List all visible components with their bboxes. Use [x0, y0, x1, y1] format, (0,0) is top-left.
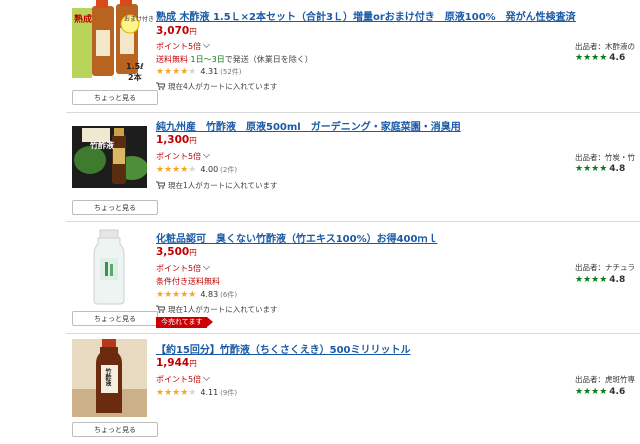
shipping-days: 1日〜3日	[190, 55, 225, 64]
points-dropdown[interactable]: ポイント5倍	[156, 262, 211, 274]
shipping-info: 条件付き送料無料	[156, 276, 220, 287]
rating-value: 4.00	[200, 165, 219, 174]
review-rating[interactable]: ★★★★★ 4.31 (52件)	[156, 67, 242, 77]
product-title-link[interactable]: 化粧品認可 臭くない竹酢液（竹エキス100%）お得400ｍｌ	[156, 230, 576, 245]
review-count: (52件)	[220, 68, 242, 76]
price-unit: 円	[189, 248, 197, 257]
review-rating[interactable]: ★★★★★ 4.11 (9件)	[156, 388, 237, 398]
quick-view-button[interactable]: ちょっと見る	[72, 422, 158, 437]
quick-view-button[interactable]: ちょっと見る	[72, 90, 158, 105]
rating-value: 4.11	[200, 388, 219, 397]
cart-text: 現在1人がカートに入れています	[168, 181, 278, 190]
points-dropdown[interactable]: ポイント5倍	[156, 373, 211, 385]
image-label: 竹酢液	[104, 368, 111, 386]
seller-rating-value: 4.8	[609, 275, 626, 285]
price-unit: 円	[189, 136, 197, 145]
product-image[interactable]	[72, 126, 147, 188]
chevron-down-icon	[203, 373, 211, 382]
cart-icon	[156, 305, 165, 313]
price-value: 3,500	[156, 246, 190, 258]
seller-star-icon: ★★★★	[575, 387, 608, 397]
quick-view-button[interactable]: ちょっと見る	[72, 311, 158, 326]
chevron-down-icon	[203, 150, 211, 159]
seller-rating: ★★★★ 4.8	[575, 164, 625, 174]
chevron-down-icon	[203, 40, 211, 49]
review-count: (6件)	[220, 291, 238, 299]
row-divider	[66, 221, 640, 222]
price-unit: 円	[189, 359, 197, 368]
product-title-link[interactable]: 熟成 木酢液 1.5Ｌ×2本セット（合計3Ｌ）増量orおまけ付き 原液100% …	[156, 8, 576, 23]
image-label: 竹酢液	[90, 141, 114, 150]
product-price: 3,070円	[156, 25, 197, 37]
seller-name[interactable]: 出品者：ナチュラ	[575, 262, 635, 273]
seller-rating: ★★★★ 4.6	[575, 387, 625, 397]
seller-star-icon: ★★★★	[575, 164, 608, 174]
row-divider	[66, 112, 640, 113]
seller-rating: ★★★★ 4.6	[575, 53, 625, 63]
seller-name[interactable]: 出品者：虎斑竹専	[575, 374, 635, 385]
product-price: 1,944円	[156, 357, 197, 369]
cart-icon	[156, 82, 165, 90]
points-label: ポイント5倍	[156, 264, 202, 273]
points-label: ポイント5倍	[156, 42, 202, 51]
star-rating-icon: ★★★★★	[156, 388, 197, 398]
product-photo-clear-bottle	[72, 228, 147, 306]
review-rating[interactable]: ★★★★★ 4.00 (2件)	[156, 165, 237, 175]
image-label: 2本	[128, 73, 142, 82]
star-rating-icon: ★★★★★	[156, 290, 197, 300]
seller-rating: ★★★★ 4.8	[575, 275, 625, 285]
points-label: ポイント5倍	[156, 152, 202, 161]
seller-rating-value: 4.6	[609, 387, 626, 397]
row-divider	[66, 333, 640, 334]
review-rating[interactable]: ★★★★★ 4.83 (6件)	[156, 290, 237, 300]
image-label: 熟成	[74, 15, 93, 25]
cart-count-info: 現在1人がカートに入れています	[156, 180, 278, 191]
points-dropdown[interactable]: ポイント5倍	[156, 150, 211, 162]
cart-text: 現在1人がカートに入れています	[168, 305, 278, 314]
cart-icon	[156, 181, 165, 189]
product-image[interactable]	[72, 228, 147, 306]
shipping-note: で発送（休業日を除く）	[224, 55, 313, 64]
price-unit: 円	[189, 27, 197, 36]
conditional-free-shipping-label: 条件付き送料無料	[156, 277, 220, 286]
selling-now-badge: 今売れてます	[156, 317, 214, 328]
price-value: 1,944	[156, 357, 190, 369]
cart-text: 現在4人がカートに入れています	[168, 82, 278, 91]
rating-value: 4.31	[200, 67, 219, 76]
seller-rating-value: 4.8	[609, 164, 626, 174]
product-title-link[interactable]: 【約15回分】竹酢液（ちくさくえき）500ミリリットル	[156, 341, 576, 356]
image-label: 1.5ℓ	[126, 62, 144, 71]
cart-count-info: 現在4人がカートに入れています	[156, 81, 278, 92]
product-price: 3,500円	[156, 246, 197, 258]
seller-name[interactable]: 出品者：木酢液の	[575, 41, 635, 52]
shipping-info: 送料無料 1日〜3日で発送（休業日を除く）	[156, 54, 313, 65]
points-label: ポイント5倍	[156, 375, 202, 384]
seller-star-icon: ★★★★	[575, 275, 608, 285]
review-count: (2件)	[220, 166, 238, 174]
quick-view-button[interactable]: ちょっと見る	[72, 200, 158, 215]
cart-count-info: 現在1人がカートに入れています	[156, 304, 278, 315]
free-shipping-label: 送料無料	[156, 55, 188, 64]
product-photo-chikusakueki-bottle	[72, 126, 147, 188]
seller-name[interactable]: 出品者：竹炭・竹	[575, 152, 635, 163]
seller-rating-value: 4.6	[609, 53, 626, 63]
seller-star-icon: ★★★★	[575, 53, 608, 63]
product-title-link[interactable]: 純九州産 竹酢液 原液500ml ガーデニング・家庭菜園・消臭用	[156, 118, 576, 133]
review-count: (9件)	[220, 389, 238, 397]
price-value: 3,070	[156, 25, 190, 37]
points-dropdown[interactable]: ポイント5倍	[156, 40, 211, 52]
star-rating-icon: ★★★★★	[156, 67, 197, 77]
star-rating-icon: ★★★★★	[156, 165, 197, 175]
image-label: おまけ付き	[124, 16, 155, 23]
price-value: 1,300	[156, 134, 190, 146]
rating-value: 4.83	[200, 290, 219, 299]
chevron-down-icon	[203, 262, 211, 271]
product-price: 1,300円	[156, 134, 197, 146]
